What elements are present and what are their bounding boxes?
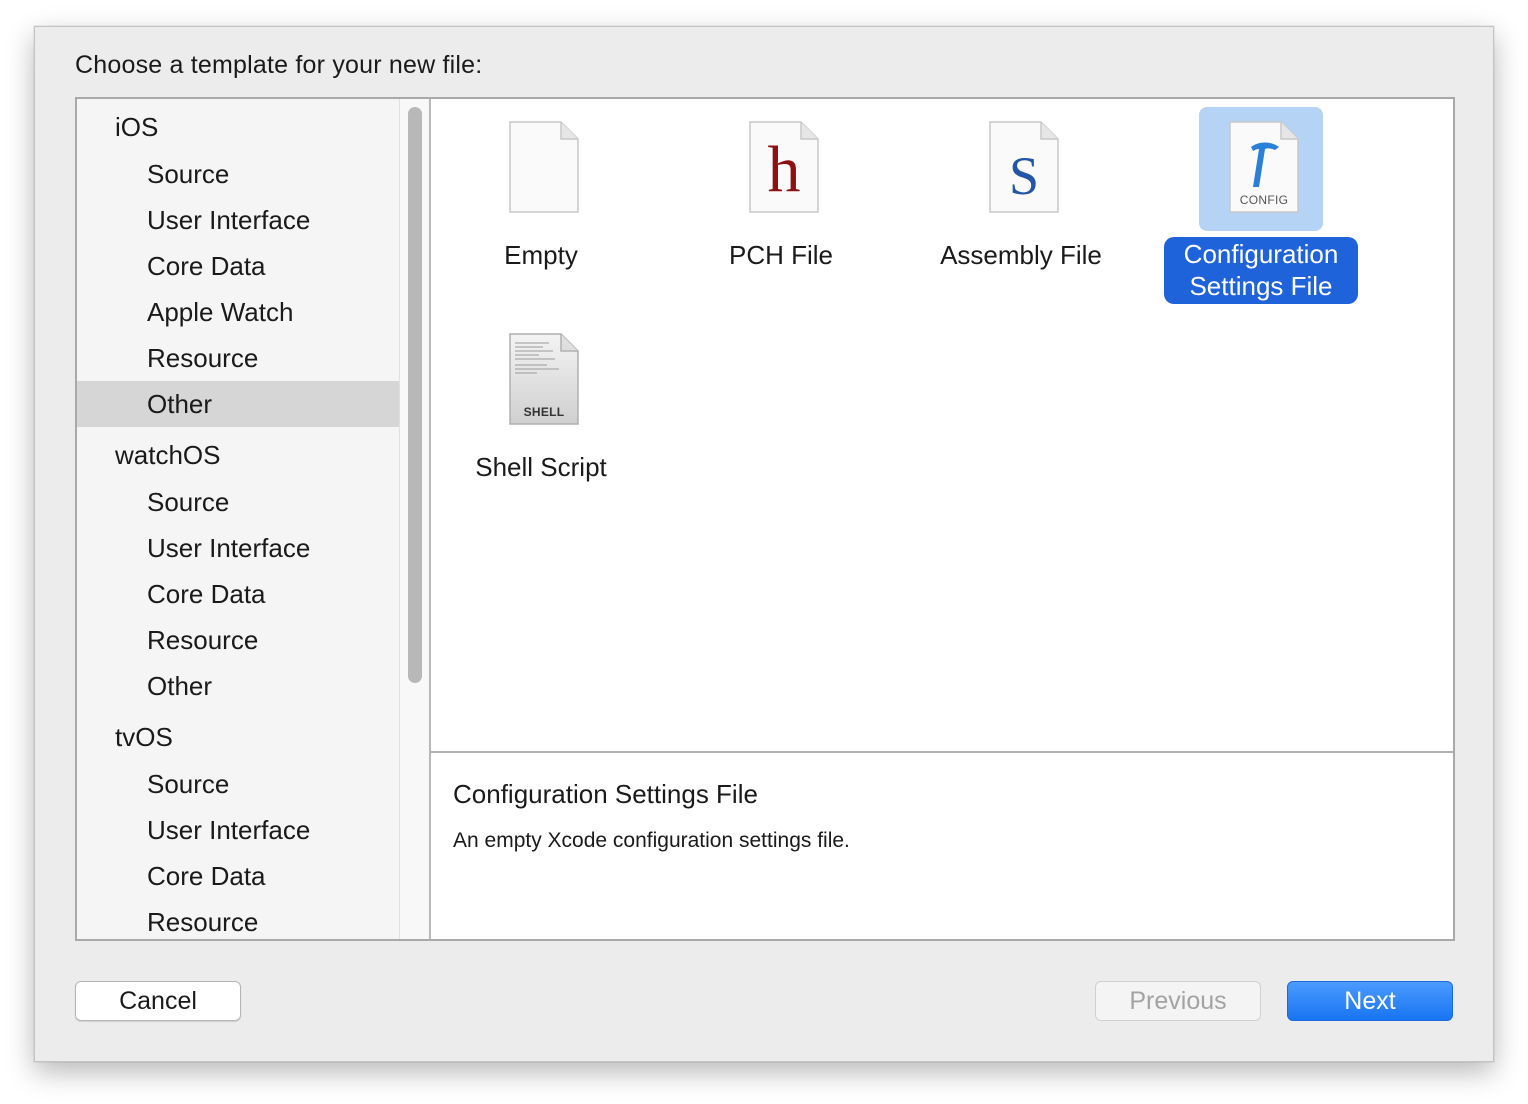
sidebar-scroll-thumb[interactable]	[408, 107, 422, 683]
assembly-glyph: S	[1008, 146, 1040, 206]
template-config-iconbox: CONFIG	[1199, 107, 1323, 231]
sidebar-item-watchos-user-interface[interactable]: User Interface	[77, 525, 399, 571]
template-config-label-line1: Configuration	[1183, 239, 1339, 269]
dialog-prompt: Choose a template for your new file:	[75, 51, 483, 79]
template-pch-iconbox: h	[719, 107, 843, 231]
cancel-button[interactable]: Cancel	[75, 981, 241, 1021]
template-empty[interactable]: Empty	[421, 107, 661, 273]
sidebar-group-tvos: tvOS	[115, 722, 173, 752]
sidebar-item-ios-resource[interactable]: Resource	[77, 335, 399, 381]
config-caption-holder: CONFIG	[1229, 121, 1299, 213]
sidebar-item-tvos-source[interactable]: Source	[77, 761, 399, 807]
sidebar-item-ios-user-interface[interactable]: User Interface	[77, 197, 399, 243]
template-assembly-iconbox: S	[959, 107, 1083, 231]
sidebar-group-watchos: watchOS	[115, 440, 221, 470]
template-browser: iOS Source User Interface Core Data Appl…	[75, 97, 1455, 941]
new-file-template-dialog: Choose a template for your new file: iOS…	[34, 26, 1494, 1062]
template-pch-file[interactable]: h PCH File	[661, 107, 901, 273]
sidebar-item-tvos-resource[interactable]: Resource	[77, 899, 399, 939]
template-assembly-file[interactable]: S Assembly File	[901, 107, 1141, 273]
assembly-glyph-holder: S	[989, 121, 1059, 213]
template-empty-label: Empty	[504, 240, 578, 270]
sidebar-item-ios-other[interactable]: Other	[77, 381, 399, 427]
template-empty-iconbox	[479, 107, 603, 231]
pch-glyph: h	[767, 133, 801, 206]
sidebar-item-tvos-user-interface[interactable]: User Interface	[77, 807, 399, 853]
shell-caption-holder: SHELL	[509, 333, 579, 425]
next-button[interactable]: Next	[1287, 981, 1453, 1021]
template-shell-label: Shell Script	[475, 452, 607, 482]
template-shell-iconbox: SHELL	[479, 319, 603, 443]
config-caption: CONFIG	[1239, 193, 1289, 207]
empty-document-icon	[509, 121, 579, 213]
previous-button[interactable]: Previous	[1095, 981, 1261, 1021]
template-description-pane: Configuration Settings File An empty Xco…	[431, 751, 1453, 939]
shell-caption: SHELL	[523, 405, 565, 419]
pch-glyph-holder: h	[749, 121, 819, 213]
sidebar-item-watchos-source[interactable]: Source	[77, 479, 399, 525]
template-config-label: Configuration Settings File	[1163, 237, 1359, 304]
platform-sidebar[interactable]: iOS Source User Interface Core Data Appl…	[77, 99, 431, 939]
sidebar-item-ios-source[interactable]: Source	[77, 151, 399, 197]
template-config-label-line2: Settings File	[1189, 271, 1333, 301]
sidebar-item-ios-core-data[interactable]: Core Data	[77, 243, 399, 289]
sidebar-item-watchos-other[interactable]: Other	[77, 663, 399, 709]
sidebar-group-ios: iOS	[115, 112, 159, 142]
description-title: Configuration Settings File	[453, 779, 758, 809]
description-text: An empty Xcode configuration settings fi…	[453, 829, 850, 852]
sidebar-item-tvos-core-data[interactable]: Core Data	[77, 853, 399, 899]
sidebar-list: iOS Source User Interface Core Data Appl…	[77, 99, 399, 939]
template-configuration-settings-file[interactable]: CONFIG Configuration Settings File	[1141, 107, 1381, 304]
template-shell-script[interactable]: SHELL Shell Script	[421, 319, 661, 485]
template-pch-label: PCH File	[728, 240, 833, 270]
sidebar-item-watchos-core-data[interactable]: Core Data	[77, 571, 399, 617]
template-assembly-label: Assembly File	[940, 240, 1102, 270]
sidebar-item-watchos-resource[interactable]: Resource	[77, 617, 399, 663]
sidebar-item-ios-apple-watch[interactable]: Apple Watch	[77, 289, 399, 335]
template-grid: Empty h PCH File S Assembly File CONFIG …	[431, 99, 1453, 751]
